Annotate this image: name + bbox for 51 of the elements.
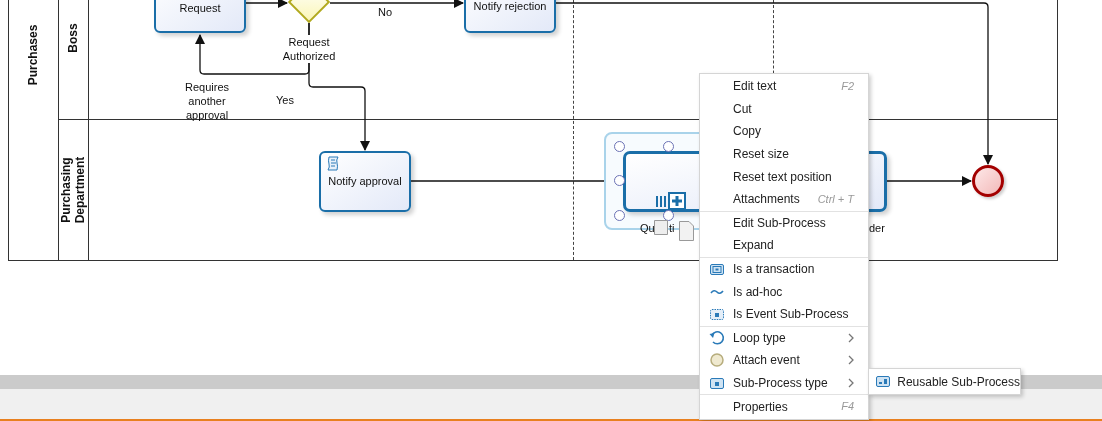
document-icon	[654, 220, 668, 235]
menu-item[interactable]: Properties F4	[700, 395, 868, 418]
menu-item[interactable]: Reset size	[700, 142, 868, 166]
tilde-icon	[709, 288, 724, 295]
shortcut-label: F4	[841, 399, 854, 415]
menu-item[interactable]: Loop type	[700, 326, 868, 350]
script-icon	[327, 156, 339, 171]
resize-handle[interactable]	[614, 175, 625, 186]
resize-handle[interactable]	[663, 141, 674, 152]
menu-item[interactable]: Edit Sub-Process	[700, 211, 868, 235]
menu-item[interactable]: Attach event	[700, 349, 868, 372]
sequence-flow	[245, 0, 288, 8]
menu-item[interactable]: Is Event Sub-Process	[700, 302, 868, 326]
flow-label: Requires another approval	[184, 80, 230, 122]
menu-item[interactable]: Sub-Process type	[700, 371, 868, 395]
menu-item[interactable]: Reusable Sub-Process	[869, 369, 1020, 394]
resize-handle[interactable]	[614, 210, 625, 221]
resize-handle[interactable]	[614, 141, 625, 152]
task-box[interactable]: Request	[154, 0, 246, 33]
subprocess-label: ti	[669, 222, 675, 235]
flow-label: No	[378, 5, 393, 20]
flow-label: Yes	[276, 93, 294, 108]
reusable-subprocess-icon	[876, 376, 891, 387]
menu-item[interactable]: Is a transaction	[700, 257, 868, 281]
menu-item[interactable]: Reset text position	[700, 165, 868, 188]
subprocess-label: der	[869, 222, 885, 235]
lane-label: Purchasing Department	[59, 155, 87, 226]
end-event[interactable]	[972, 165, 1004, 197]
pool-label: Purchases	[25, 23, 41, 88]
circle-icon	[709, 353, 724, 368]
menu-item[interactable]: Is ad-hoc	[700, 280, 868, 303]
menu-item[interactable]: Copy	[700, 120, 868, 143]
subprocess-label: Qu	[640, 222, 655, 235]
task-box[interactable]: Notify rejection	[464, 0, 556, 33]
menu-item[interactable]: Expand	[700, 234, 868, 257]
menu-item[interactable]: Attachments Ctrl + T	[700, 187, 868, 211]
transaction-icon	[709, 263, 724, 275]
document-icon	[679, 221, 694, 241]
menu-item[interactable]: Edit text F2	[700, 75, 868, 98]
task-label: Request	[179, 2, 221, 15]
task-box[interactable]: Notify approval	[319, 151, 411, 212]
menu-item[interactable]: Cut	[700, 97, 868, 121]
lane-label: Boss	[65, 22, 81, 55]
shortcut-label: F2	[841, 79, 854, 95]
event-subprocess-icon	[709, 308, 724, 320]
multi-instance-icon	[655, 196, 667, 207]
task-label: Notify rejection	[473, 0, 547, 13]
loop-icon	[708, 329, 725, 346]
task-label: Notify approval	[328, 174, 402, 190]
shortcut-label: Ctrl + T	[817, 192, 854, 207]
subprocess-icon	[709, 377, 724, 389]
